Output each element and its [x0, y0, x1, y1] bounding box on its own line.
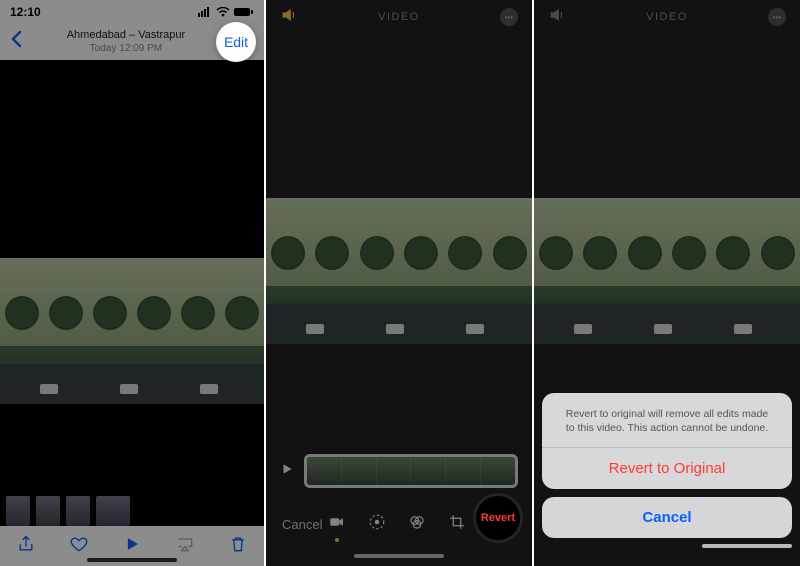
status-indicators	[198, 7, 254, 17]
action-sheet-message: Revert to original will remove all edits…	[542, 393, 792, 447]
video-frame	[0, 258, 264, 404]
edit-button-label: Edit	[224, 34, 248, 50]
editor-preview[interactable]	[266, 198, 532, 344]
video-mode-icon[interactable]	[328, 513, 346, 536]
status-time: 12:10	[10, 5, 41, 19]
timestamp-label: Today 12:09 PM	[67, 43, 185, 55]
mode-label: VIDEO	[378, 11, 420, 23]
thumbnail[interactable]	[36, 496, 60, 526]
share-button[interactable]	[16, 534, 36, 559]
action-sheet-card: Revert to original will remove all edits…	[542, 393, 792, 489]
thumbnail-strip[interactable]	[6, 496, 130, 526]
revert-to-original-button[interactable]: Revert to Original	[542, 447, 792, 489]
cancel-button[interactable]: Cancel	[282, 517, 322, 532]
video-editor-screen: VIDEO ••• Cancel Revert	[266, 0, 532, 566]
more-button[interactable]: •••	[500, 8, 518, 26]
more-button[interactable]: •••	[768, 8, 786, 26]
edit-button[interactable]: Edit	[216, 22, 256, 62]
back-button[interactable]	[10, 30, 22, 54]
revert-button-label: Revert	[481, 512, 515, 524]
volume-icon[interactable]	[548, 6, 566, 29]
thumbnail[interactable]	[96, 496, 130, 526]
action-sheet: Revert to original will remove all edits…	[542, 393, 792, 552]
adjust-mode-icon[interactable]	[368, 513, 386, 536]
photos-detail-screen: 12:10 Ahmedabad – Vastrapur Today 12:09 …	[0, 0, 264, 566]
battery-icon	[234, 7, 254, 17]
timeline-play-icon[interactable]	[280, 462, 294, 481]
home-indicator[interactable]	[354, 554, 444, 558]
home-indicator[interactable]	[87, 558, 177, 562]
trash-button[interactable]	[228, 534, 248, 559]
wifi-icon	[216, 7, 230, 17]
thumbnail[interactable]	[6, 496, 30, 526]
cancel-button[interactable]: Cancel	[542, 497, 792, 538]
revert-confirm-screen: VIDEO ••• Revert to original will remove…	[534, 0, 800, 566]
crop-mode-icon[interactable]	[448, 513, 466, 536]
mode-label: VIDEO	[646, 11, 688, 23]
media-viewer[interactable]	[0, 60, 264, 566]
cellular-icon	[198, 7, 212, 17]
timeline[interactable]	[280, 454, 518, 488]
nav-title: Ahmedabad – Vastrapur Today 12:09 PM	[67, 29, 185, 54]
timeline-strip[interactable]	[304, 454, 518, 488]
play-button[interactable]	[122, 534, 142, 559]
editor-header: VIDEO •••	[266, 0, 532, 34]
home-indicator[interactable]	[702, 544, 792, 548]
thumbnail[interactable]	[66, 496, 90, 526]
editor-header: VIDEO •••	[534, 0, 800, 34]
editor-preview	[534, 198, 800, 344]
volume-icon[interactable]	[280, 6, 298, 29]
status-bar: 12:10	[0, 0, 264, 24]
filters-mode-icon[interactable]	[408, 513, 426, 536]
airplay-button[interactable]	[175, 534, 195, 559]
revert-button[interactable]: Revert	[476, 496, 520, 540]
location-label: Ahmedabad – Vastrapur	[67, 29, 185, 42]
favorite-button[interactable]	[69, 534, 89, 559]
